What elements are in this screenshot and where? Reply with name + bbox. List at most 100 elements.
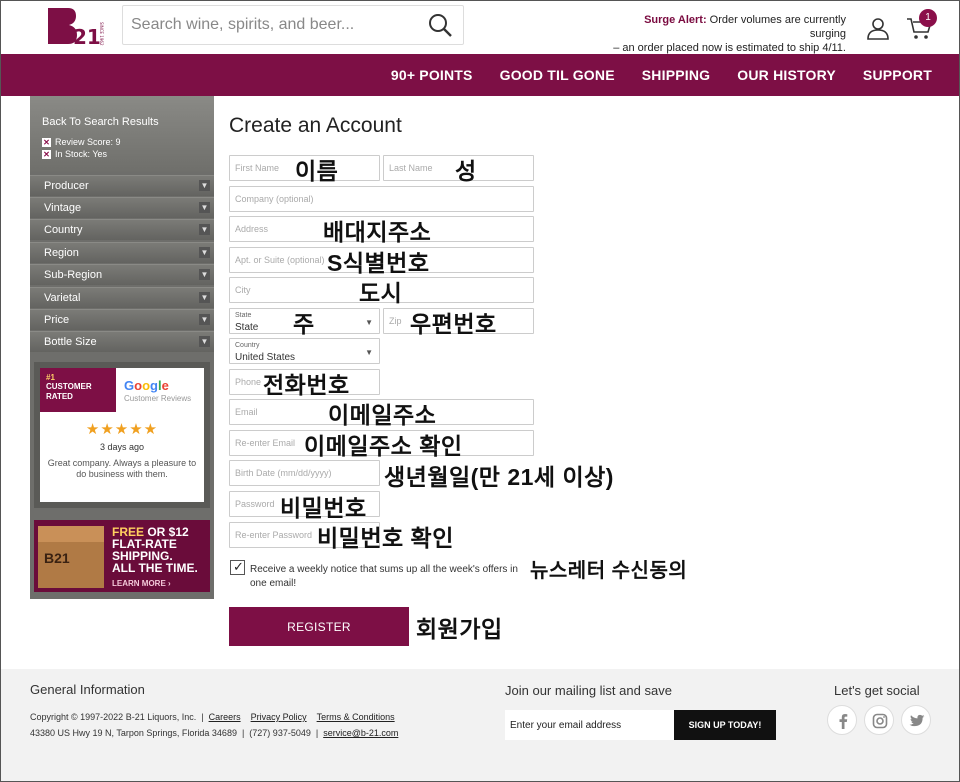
zip-field <box>383 308 534 334</box>
remove-filter-icon[interactable]: ✕ <box>42 149 51 159</box>
sidebar-item-bottle-size[interactable]: Bottle Size ▼ <box>30 331 214 352</box>
address-input[interactable] <box>230 217 533 241</box>
email-field <box>229 399 534 425</box>
badge-line2: RATED <box>46 392 73 401</box>
surge-label: Surge Alert: <box>644 14 707 26</box>
copyright-line: Copyright © 1997-2022 B-21 Liquors, Inc.… <box>30 712 395 722</box>
company-input[interactable] <box>230 187 533 211</box>
search-input[interactable] <box>123 6 419 44</box>
state-select-label: State <box>235 312 252 319</box>
svg-text:SINCE 1962: SINCE 1962 <box>99 22 104 46</box>
chevron-down-icon: ▼ <box>199 202 210 213</box>
chevron-down-icon: ▼ <box>199 292 210 303</box>
sidebar-top: Back To Search Results ✕ Review Score: 9… <box>30 96 214 172</box>
google-subtitle: Customer Reviews <box>124 394 192 403</box>
chevron-down-icon: ▼ <box>199 180 210 191</box>
search-box <box>122 5 464 45</box>
google-logo: Google <box>124 378 169 393</box>
flat-rate-shipping-banner[interactable]: B21 FREE OR $12 FLAT-RATE SHIPPING. ALL … <box>34 520 210 592</box>
address-field <box>229 216 534 242</box>
user-icon[interactable] <box>866 16 890 40</box>
reenter-password-field <box>229 522 380 548</box>
twitter-icon[interactable] <box>901 705 931 735</box>
filter-sidebar: Back To Search Results ✕ Review Score: 9… <box>30 96 214 599</box>
first-name-input[interactable] <box>230 156 379 180</box>
site-footer: General Information Copyright © 1997-202… <box>0 669 960 782</box>
sidebar-item-sub-region[interactable]: Sub-Region ▼ <box>30 264 214 285</box>
last-name-input[interactable] <box>384 156 533 180</box>
general-information-heading: General Information <box>30 682 145 697</box>
surge-line1: Order volumes are currently surging <box>706 14 846 40</box>
customer-rated-widget[interactable]: #1 CUSTOMER RATED Google Customer Review… <box>34 362 210 508</box>
phone-input[interactable] <box>230 370 379 394</box>
active-filter[interactable]: ✕ In Stock: Yes <box>42 149 107 159</box>
sidebar-item-price[interactable]: Price ▼ <box>30 309 214 330</box>
chevron-down-icon: ▼ <box>199 224 210 235</box>
site-header: 21 SINCE 1962 Surge Alert: Order volumes… <box>0 0 960 54</box>
active-filter[interactable]: ✕ Review Score: 9 <box>42 137 121 147</box>
terms-link[interactable]: Terms & Conditions <box>317 712 395 722</box>
back-to-results-link[interactable]: Back To Search Results <box>42 116 159 128</box>
instagram-icon[interactable] <box>864 705 894 735</box>
state-select[interactable]: State State ▼ <box>229 308 380 334</box>
sign-up-button[interactable]: SIGN UP TODAY! <box>674 710 776 740</box>
service-email-link[interactable]: service@b-21.com <box>323 728 398 738</box>
nav-support[interactable]: SUPPORT <box>863 67 932 83</box>
privacy-policy-link[interactable]: Privacy Policy <box>251 712 307 722</box>
store-address: 43380 US Hwy 19 N, Tarpon Springs, Flori… <box>30 728 237 738</box>
birth-date-field <box>229 460 380 486</box>
shipping-box-icon: B21 <box>38 526 104 588</box>
nav-our-history[interactable]: OUR HISTORY <box>737 67 836 83</box>
nav-shipping[interactable]: SHIPPING <box>642 67 711 83</box>
register-button[interactable]: REGISTER <box>229 607 409 646</box>
chevron-down-icon: ▼ <box>199 269 210 280</box>
country-select-value: United States <box>235 352 296 363</box>
surge-line2: – an order placed now is estimated to sh… <box>613 42 846 54</box>
country-select[interactable]: Country United States ▼ <box>229 338 380 364</box>
careers-link[interactable]: Careers <box>209 712 241 722</box>
reenter-password-input[interactable] <box>230 523 379 547</box>
rated-panel: #1 CUSTOMER RATED Google Customer Review… <box>40 368 204 502</box>
customer-rated-badge: #1 CUSTOMER RATED <box>40 368 116 412</box>
nav-90-points[interactable]: 90+ POINTS <box>391 67 473 83</box>
b21-logo[interactable]: 21 SINCE 1962 <box>46 4 106 48</box>
sidebar-item-label: Vintage <box>44 202 82 214</box>
password-input[interactable] <box>230 492 379 516</box>
sidebar-item-country[interactable]: Country ▼ <box>30 219 214 240</box>
badge-line1: CUSTOMER <box>46 382 92 391</box>
city-field <box>229 277 534 303</box>
sidebar-item-vintage[interactable]: Vintage ▼ <box>30 197 214 218</box>
main-nav: 90+ POINTS GOOD TIL GONE SHIPPING OUR HI… <box>0 54 960 96</box>
address-line: 43380 US Hwy 19 N, Tarpon Springs, Flori… <box>30 728 399 738</box>
sidebar-item-label: Country <box>44 224 83 236</box>
dropdown-arrow-icon: ▼ <box>365 348 373 357</box>
active-filter-label: In Stock: Yes <box>55 149 108 159</box>
email-input[interactable] <box>230 400 533 424</box>
newsletter-checkbox[interactable] <box>230 559 245 575</box>
annotation-birth-date: 생년월일(만 21세 이상) <box>384 464 614 490</box>
learn-more-link[interactable]: LEARN MORE › <box>112 578 198 590</box>
last-name-field <box>383 155 534 181</box>
nav-good-til-gone[interactable]: GOOD TIL GONE <box>500 67 615 83</box>
remove-filter-icon[interactable]: ✕ <box>42 137 51 147</box>
newsletter-email-field <box>505 710 675 740</box>
sidebar-item-varietal[interactable]: Varietal ▼ <box>30 287 214 308</box>
zip-input[interactable] <box>384 309 533 333</box>
newsletter-label[interactable]: Receive a weekly notice that sums up all… <box>250 563 535 591</box>
birth-date-input[interactable] <box>230 461 379 485</box>
sidebar-item-label: Producer <box>44 180 89 192</box>
city-input[interactable] <box>230 278 533 302</box>
social-heading: Let's get social <box>834 683 920 698</box>
country-select-label: Country <box>235 342 260 349</box>
dropdown-arrow-icon: ▼ <box>365 318 373 327</box>
search-icon[interactable] <box>427 12 453 38</box>
apt-input[interactable] <box>230 248 533 272</box>
page-title: Create an Account <box>229 114 402 137</box>
sidebar-item-region[interactable]: Region ▼ <box>30 242 214 263</box>
sidebar-item-producer[interactable]: Producer ▼ <box>30 175 214 196</box>
facebook-icon[interactable] <box>827 705 857 735</box>
cart-count-badge: 1 <box>919 9 937 27</box>
newsletter-email-input[interactable] <box>505 710 675 740</box>
state-select-value: State <box>235 322 259 333</box>
reenter-email-input[interactable] <box>230 431 533 455</box>
